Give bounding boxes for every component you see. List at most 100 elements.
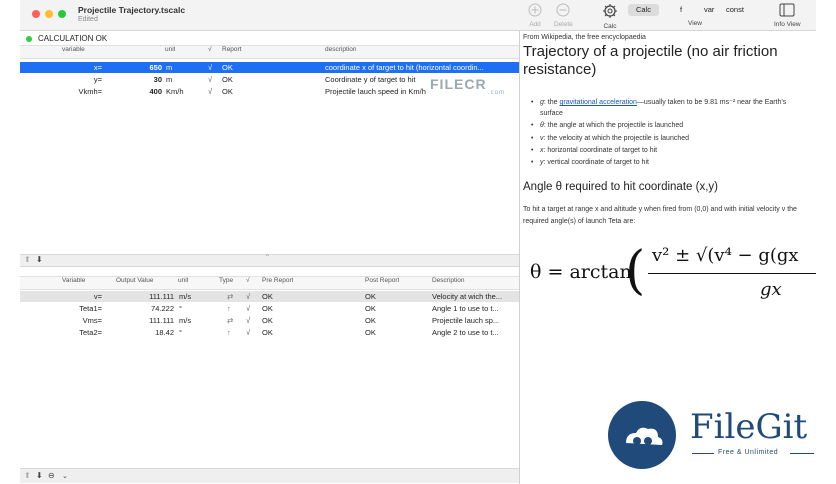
calc-settings-button[interactable]: Calc (602, 3, 618, 30)
bullet-item: y: vertical coordinate of target to hit (531, 159, 649, 166)
wiki-source: From Wikipedia, the free encyclopaedia (523, 34, 646, 41)
segment-f[interactable]: f (672, 4, 690, 16)
row-variable: Vkmh= (78, 87, 102, 96)
segment-calc[interactable]: Calc (628, 4, 660, 16)
row-variable: Teta2= (79, 328, 102, 337)
move-up-icon[interactable]: ⬆ (24, 255, 31, 264)
row-variable: Teta1= (79, 304, 102, 313)
row-check: √ (246, 292, 251, 301)
row-check: √ (246, 316, 251, 325)
row-description: Velocity at wich the... (432, 292, 503, 301)
col-type[interactable]: Type (219, 277, 233, 284)
move-down-icon[interactable]: ⬇ (36, 471, 43, 480)
row-check: √ (246, 304, 251, 313)
row-unit: ° (179, 328, 182, 337)
segment-const[interactable]: const (718, 4, 752, 16)
row-unit: ° (179, 304, 182, 313)
col-check[interactable]: √ (246, 277, 250, 284)
col-description[interactable]: Description (432, 277, 465, 284)
add-button[interactable]: Add (528, 3, 542, 28)
filecr-sub: .com (488, 90, 506, 96)
row-value: 111.111 (149, 316, 174, 325)
row-check: √ (208, 63, 213, 72)
col-unit[interactable]: unit (165, 46, 175, 53)
col-description[interactable]: description (325, 46, 356, 53)
col-output-value[interactable]: Output Value (116, 277, 153, 284)
row-pre-report: OK (262, 316, 273, 325)
output-row[interactable]: Teta2= 18.42 ° ↑ √ OK OK Angle 2 to use … (20, 327, 519, 338)
split-handle-icon[interactable]: ⌃ (264, 253, 271, 262)
row-value[interactable]: 650 (120, 62, 162, 73)
row-description: Projectile lauch sp... (432, 316, 500, 325)
formula-denominator: gx (760, 279, 782, 300)
bullet-text: : the velocity at which the projectile i… (543, 135, 690, 142)
minimize-window-button[interactable] (45, 10, 53, 18)
remove-circle-icon[interactable]: ⊖ (48, 471, 55, 480)
row-post-report: OK (365, 304, 376, 313)
output-row[interactable]: Vms= 111.111 m/s ⇄ √ OK OK Projectile la… (20, 315, 519, 326)
gravitational-acceleration-link[interactable]: gravitational acceleration (559, 99, 636, 106)
row-value: 18.42 (155, 328, 174, 337)
calculation-status: CALCULATION OK (26, 33, 107, 45)
row-unit: Km/h (166, 87, 184, 96)
col-report[interactable]: Report (222, 46, 242, 53)
output-row[interactable]: v= 111.111 m/s ⇄ √ OK OK Velocity at wic… (20, 291, 519, 302)
col-post-report[interactable]: Post Report (365, 277, 399, 284)
zoom-window-button[interactable] (58, 10, 66, 18)
window-subtitle: Edited (78, 16, 98, 23)
calculation-pane: CALCULATION OK variable unit √ Report de… (20, 31, 520, 484)
filegit-sub: Free & Unlimited (718, 449, 779, 456)
row-type-icon[interactable]: ↑ (227, 303, 231, 314)
input-table-header: variable unit √ Report description (20, 45, 519, 59)
col-unit[interactable]: unit (178, 277, 188, 284)
filegit-watermark: FileGit Free & Unlimited (600, 395, 830, 480)
status-text: CALCULATION OK (38, 34, 108, 43)
row-description: coordinate x of target to hit (horizonta… (325, 63, 484, 72)
section-paragraph: To hit a target at range x and altitude … (523, 206, 797, 225)
row-value[interactable]: 400 (120, 86, 162, 97)
row-description: Angle 2 to use to t... (432, 328, 499, 337)
bullet-item: x: horizontal coordinate of target to hi… (531, 147, 658, 154)
close-window-button[interactable] (32, 10, 40, 18)
output-row[interactable]: Teta1= 74.222 ° ↑ √ OK OK Angle 1 to use… (20, 303, 519, 314)
row-post-report: OK (365, 316, 376, 325)
row-type-icon[interactable]: ⇄ (227, 315, 233, 326)
add-label: Add (529, 21, 541, 28)
bullet-text: : the angle at which the projectile is l… (543, 122, 684, 129)
row-report: OK (222, 63, 233, 72)
move-down-icon[interactable]: ⬇ (36, 255, 43, 264)
row-type-icon[interactable]: ↑ (227, 327, 231, 338)
row-value[interactable]: 30 (120, 74, 162, 85)
section-heading: Angle θ required to hit coordinate (x,y) (523, 181, 718, 193)
info-view-label: Info View (774, 21, 801, 28)
row-check: √ (208, 87, 213, 96)
col-variable[interactable]: Variable (62, 277, 85, 284)
status-ok-icon (26, 35, 32, 42)
input-row[interactable]: x= 650 m √ OK coordinate x of target to … (20, 62, 519, 73)
filecr-watermark: FILECR .com (430, 76, 504, 96)
formula-numerator: v² ± √(v⁴ − g(gx (652, 245, 799, 266)
delete-label: Delete (554, 21, 573, 28)
row-value: 74.222 (151, 304, 174, 313)
move-up-icon[interactable]: ⬆ (24, 471, 31, 480)
input-table-footer: ⬆ ⬇ ⌃ (20, 253, 519, 267)
row-unit: m (166, 75, 173, 84)
row-pre-report: OK (262, 304, 273, 313)
delete-button[interactable]: Delete (554, 3, 573, 28)
col-variable[interactable]: variable (62, 46, 85, 53)
row-pre-report: OK (262, 292, 273, 301)
row-variable: y= (93, 75, 102, 84)
row-report: OK (222, 87, 233, 96)
col-check[interactable]: √ (208, 46, 212, 53)
info-view-button[interactable]: Info View (774, 3, 801, 28)
col-pre-report[interactable]: Pre Report (262, 277, 293, 284)
divider (692, 453, 714, 454)
row-type-icon[interactable]: ⇄ (227, 291, 233, 302)
chevron-down-icon[interactable]: ⌄ (62, 472, 68, 480)
filecr-text: FILECR (430, 76, 487, 92)
bullet-text: : horizontal coordinate of target to hit (543, 147, 658, 154)
fraction-bar (648, 273, 816, 274)
row-post-report: OK (365, 328, 376, 337)
row-variable: v= (93, 292, 102, 301)
traffic-lights (32, 10, 66, 18)
